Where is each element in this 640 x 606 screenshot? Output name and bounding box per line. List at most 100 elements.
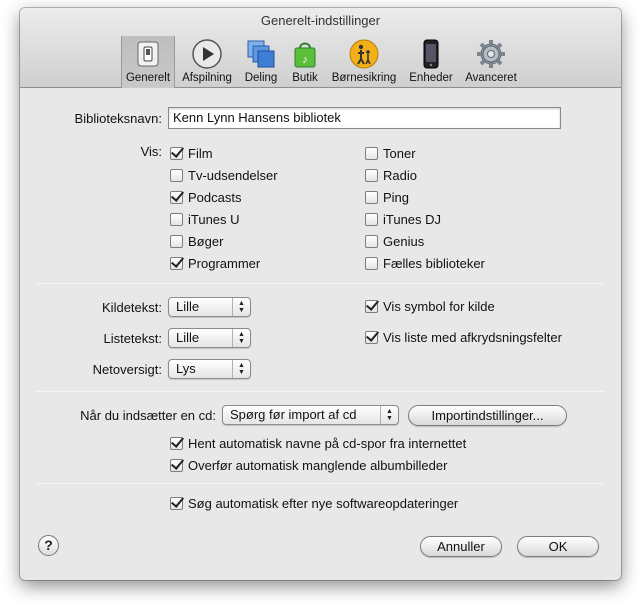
toolbar-item-afspilning[interactable]: Afspilning — [177, 36, 237, 88]
checkbox-label: Genius — [383, 233, 425, 249]
checkbox-label: Podcasts — [188, 189, 242, 205]
checkbox-box[interactable] — [365, 146, 378, 160]
help-button[interactable]: ? — [38, 535, 59, 556]
checkbox-box[interactable] — [365, 299, 378, 313]
gear-icon — [477, 40, 505, 68]
checkbox-label: Søg automatisk efter nye softwareopdater… — [188, 495, 459, 511]
sharing-icon — [247, 40, 275, 68]
library-name-field[interactable]: Kenn Lynn Hansens bibliotek — [168, 107, 561, 129]
toolbar-item-avanceret[interactable]: Avanceret — [458, 36, 524, 88]
import-settings-button[interactable]: Importindstillinger... — [408, 405, 567, 426]
checkbox-tv[interactable]: Tv-udsendelser — [170, 167, 278, 183]
updown-arrows-icon: ▲ ▼ — [380, 406, 398, 424]
checkbox-software-updates[interactable]: Søg automatisk efter nye softwareopdater… — [170, 495, 458, 511]
store-bag-icon: ♪ — [294, 42, 316, 68]
checkbox-box[interactable] — [170, 168, 183, 182]
toolbar-label: Avanceret — [465, 72, 517, 84]
checkbox-label: Ping — [383, 189, 410, 205]
checkbox-shared-libraries[interactable]: Fælles biblioteker — [365, 255, 485, 271]
toolbar-label: Generelt — [125, 72, 171, 84]
popup-value: Lys — [176, 361, 196, 376]
cd-action-popup[interactable]: Spørg før import af cd ▲ ▼ — [222, 405, 399, 425]
checkbox-box[interactable] — [365, 234, 378, 248]
toolbar-item-boernesikring[interactable]: Børnesikring — [327, 36, 401, 88]
checkbox-box[interactable] — [170, 212, 183, 226]
checkbox-podcasts[interactable]: Podcasts — [170, 189, 241, 205]
separator — [36, 483, 605, 484]
checkbox-apps[interactable]: Programmer — [170, 255, 260, 271]
cd-insert-label: Når du indsætter en cd: — [80, 408, 216, 423]
checkbox-itunes-u[interactable]: iTunes U — [170, 211, 240, 227]
updown-arrows-icon: ▲ ▼ — [232, 329, 250, 347]
list-text-popup[interactable]: Lille ▲ ▼ — [168, 328, 251, 348]
parental-icon — [349, 39, 379, 69]
checkbox-box[interactable] — [170, 146, 183, 160]
checkbox-box[interactable] — [365, 212, 378, 226]
toolbar-item-butik[interactable]: ♪ Butik — [285, 36, 325, 88]
checkbox-radio[interactable]: Radio — [365, 167, 417, 183]
toolbar-label: Butik — [292, 72, 318, 84]
checkbox-label: Radio — [383, 167, 417, 183]
separator — [36, 391, 605, 392]
checkbox-box[interactable] — [170, 436, 183, 450]
checkbox-box[interactable] — [170, 234, 183, 248]
checkbox-itunes-dj[interactable]: iTunes DJ — [365, 211, 441, 227]
toolbar-item-generelt[interactable]: Generelt — [121, 36, 175, 88]
updown-arrows-icon: ▲ ▼ — [232, 298, 250, 316]
separator — [36, 283, 605, 284]
checkbox-label: Hent automatisk navne på cd-spor fra int… — [188, 435, 467, 451]
checkbox-show-list-checkboxes[interactable]: Vis liste med afkrydsningsfelter — [365, 329, 562, 345]
checkbox-fetch-artwork[interactable]: Overfør automatisk manglende albumbilled… — [170, 457, 447, 473]
checkbox-label: Vis liste med afkrydsningsfelter — [383, 329, 562, 345]
toolbar-label: Børnesikring — [331, 72, 397, 84]
checkbox-film[interactable]: Film — [170, 145, 213, 161]
ok-button[interactable]: OK — [517, 536, 599, 557]
toolbar-label: Deling — [244, 72, 278, 84]
iphone-icon — [423, 39, 439, 69]
checkbox-tones[interactable]: Toner — [365, 145, 416, 161]
play-icon — [192, 39, 222, 69]
switch-icon — [137, 41, 159, 67]
library-name-label: Biblioteksnavn: — [74, 111, 162, 126]
checkbox-box[interactable] — [170, 256, 183, 270]
checkbox-books[interactable]: Bøger — [170, 233, 223, 249]
source-text-label: Kildetekst: — [102, 300, 162, 315]
cancel-button[interactable]: Annuller — [420, 536, 502, 557]
checkbox-box[interactable] — [365, 330, 378, 344]
checkbox-label: iTunes DJ — [383, 211, 442, 227]
checkbox-label: Toner — [383, 145, 416, 161]
checkbox-box[interactable] — [365, 190, 378, 204]
toolbar-item-deling[interactable]: Deling — [241, 36, 281, 88]
checkbox-label: Tv-udsendelser — [188, 167, 278, 183]
toolbar-label: Enheder — [409, 72, 453, 84]
checkbox-fetch-track-names[interactable]: Hent automatisk navne på cd-spor fra int… — [170, 435, 466, 451]
grid-label: Netoversigt: — [92, 362, 162, 377]
checkbox-label: Programmer — [188, 255, 261, 271]
svg-text:♪: ♪ — [302, 54, 308, 66]
checkbox-box[interactable] — [170, 458, 183, 472]
checkbox-box[interactable] — [365, 256, 378, 270]
checkbox-box[interactable] — [365, 168, 378, 182]
checkbox-box[interactable] — [170, 496, 183, 510]
window-title: Generelt-indstillinger — [260, 13, 381, 28]
checkbox-genius[interactable]: Genius — [365, 233, 424, 249]
toolbar: Generelt-indstillinger Generelt Afspilni… — [20, 8, 621, 88]
source-text-popup[interactable]: Lille ▲ ▼ — [168, 297, 251, 317]
checkbox-label: Bøger — [188, 233, 224, 249]
checkbox-ping[interactable]: Ping — [365, 189, 409, 205]
list-text-label: Listetekst: — [103, 331, 162, 346]
toolbar-label: Afspilning — [182, 72, 232, 84]
checkbox-show-source-icon[interactable]: Vis symbol for kilde — [365, 298, 495, 314]
checkbox-box[interactable] — [170, 190, 183, 204]
checkbox-label: iTunes U — [188, 211, 240, 227]
popup-value: Lille — [176, 330, 200, 345]
content-pane: Biblioteksnavn: Kenn Lynn Hansens biblio… — [20, 89, 621, 580]
checkbox-label: Vis symbol for kilde — [383, 298, 495, 314]
checkbox-label: Overfør automatisk manglende albumbilled… — [188, 457, 448, 473]
checkbox-label: Fælles biblioteker — [383, 255, 485, 271]
grid-popup[interactable]: Lys ▲ ▼ — [168, 359, 251, 379]
show-label: Vis: — [140, 144, 162, 159]
toolbar-item-enheder[interactable]: Enheder — [406, 36, 456, 88]
checkbox-label: Film — [188, 145, 213, 161]
popup-value: Lille — [176, 299, 200, 314]
